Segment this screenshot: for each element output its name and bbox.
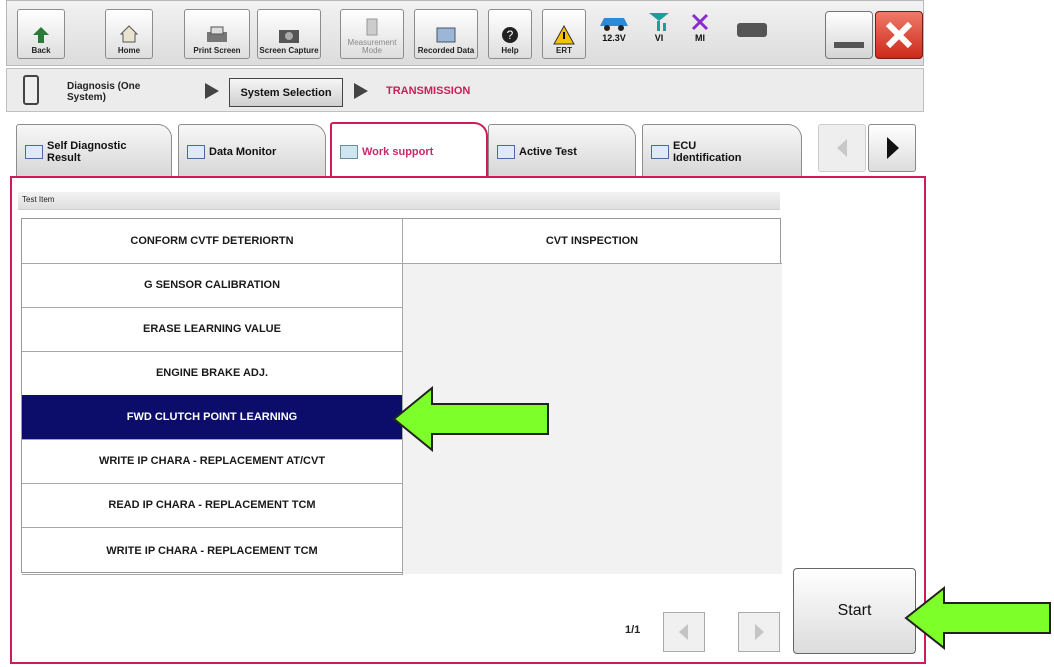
test-item-g-sensor-calibration[interactable]: G SENSOR CALIBRATION — [22, 263, 403, 308]
test-item-engine-brake-adj[interactable]: ENGINE BRAKE ADJ. — [22, 351, 403, 396]
tab-ecu-identification[interactable]: ECU Identification — [642, 124, 802, 179]
print-screen-button[interactable]: Print Screen — [184, 9, 250, 59]
tab-label: Work support — [362, 146, 434, 158]
measurement-mode-label: Measurement Mode — [347, 38, 397, 55]
ert-button[interactable]: ERT — [542, 9, 586, 59]
page-prev-button[interactable] — [663, 612, 705, 652]
battery-voltage-status: 12.3V — [597, 11, 631, 43]
arrow-right-icon — [755, 624, 764, 640]
tab-active-test[interactable]: Active Test — [488, 124, 636, 179]
measurement-mode-button[interactable]: Measurement Mode — [340, 9, 404, 59]
mi-status: MI — [689, 11, 711, 43]
disconnected-icon — [691, 13, 709, 31]
breadcrumb-arrow-icon — [205, 83, 219, 99]
tab-scroll-left-button[interactable] — [818, 124, 866, 172]
minimize-icon — [834, 42, 864, 48]
start-button[interactable]: Start — [793, 568, 916, 654]
home-button[interactable]: Home — [105, 9, 153, 59]
callout-arrow-icon — [392, 386, 549, 452]
work-support-icon — [340, 145, 358, 159]
tab-scroll-right-button[interactable] — [868, 124, 916, 172]
test-item-read-ip-chara-replacement-tcm[interactable]: READ IP CHARA - REPLACEMENT TCM — [22, 483, 403, 528]
tab-data-monitor[interactable]: Data Monitor — [178, 124, 326, 179]
minimize-button[interactable] — [825, 11, 873, 59]
car-icon — [600, 18, 628, 31]
test-item-conform-cvtf-deteriortn[interactable]: CONFORM CVTF DETERIORTN — [22, 219, 403, 264]
arrow-right-icon — [887, 137, 899, 159]
printer-icon — [207, 26, 227, 42]
screen-capture-label: Screen Capture — [259, 46, 319, 55]
tab-label: Self Diagnostic Result — [47, 140, 127, 164]
recorded-data-label: Recorded Data — [417, 46, 475, 55]
test-item-write-ip-chara-replacement-at-cvt[interactable]: WRITE IP CHARA - REPLACEMENT AT/CVT — [22, 439, 403, 484]
close-icon — [885, 21, 913, 49]
breadcrumb: Diagnosis (One System) System Selection … — [6, 68, 924, 112]
camera-icon — [279, 30, 299, 43]
signal-icon — [649, 13, 669, 31]
test-item-write-ip-chara-replacement-tcm[interactable]: WRITE IP CHARA - REPLACEMENT TCM — [22, 527, 403, 575]
data-monitor-icon — [187, 145, 205, 159]
tab-self-diagnostic-result[interactable]: Self Diagnostic Result — [16, 124, 172, 179]
svg-text:?: ? — [507, 28, 514, 42]
arrow-left-icon — [679, 624, 688, 640]
callout-arrow-icon — [904, 586, 1051, 650]
tab-label: ECU Identification — [673, 140, 742, 164]
vi-status: VI — [647, 11, 671, 43]
print-screen-label: Print Screen — [193, 46, 241, 55]
system-selection-button[interactable]: System Selection — [229, 78, 343, 107]
back-label: Back — [31, 46, 51, 55]
help-button[interactable]: ? Help — [488, 9, 532, 59]
tab-work-support[interactable]: Work support — [330, 122, 488, 180]
breadcrumb-diagnosis-one-system[interactable]: Diagnosis (One System) — [67, 81, 167, 103]
meter-icon — [366, 18, 378, 36]
test-item-fwd-clutch-point-learning[interactable]: FWD CLUTCH POINT LEARNING — [22, 395, 403, 440]
device-icon — [23, 75, 39, 105]
close-button[interactable] — [875, 11, 923, 59]
page-next-button[interactable] — [738, 612, 780, 652]
ert-label: ERT — [556, 46, 572, 55]
home-icon — [119, 25, 139, 43]
test-item-erase-learning-value[interactable]: ERASE LEARNING VALUE — [22, 307, 403, 352]
tab-label: Data Monitor — [209, 146, 277, 158]
screen-capture-button[interactable]: Screen Capture — [257, 9, 321, 59]
back-arrow-icon — [33, 27, 49, 43]
ecu-icon — [651, 145, 669, 159]
breadcrumb-current: TRANSMISSION — [386, 85, 471, 97]
tab-label: Active Test — [519, 146, 577, 158]
toolbar: Back Home Print Screen Screen Capture Me… — [6, 0, 924, 66]
home-label: Home — [117, 46, 141, 55]
mi-label: MI — [695, 33, 705, 43]
test-item-cvt-inspection[interactable]: CVT INSPECTION — [402, 219, 782, 264]
arrow-left-icon — [837, 139, 847, 157]
help-label: Help — [501, 46, 519, 55]
test-item-header: Test Item — [18, 192, 780, 210]
self-diagnostic-icon — [25, 145, 43, 159]
recorded-data-icon — [436, 27, 456, 43]
warning-icon — [553, 25, 575, 45]
page-indicator: 1/1 — [625, 624, 641, 636]
vi-label: VI — [654, 33, 664, 43]
active-test-icon — [497, 145, 515, 159]
recorded-data-button[interactable]: Recorded Data — [414, 9, 478, 59]
back-button[interactable]: Back — [17, 9, 65, 59]
battery-icon — [737, 23, 767, 37]
help-icon: ? — [502, 27, 518, 43]
breadcrumb-arrow-icon — [354, 83, 368, 99]
voltage-label: 12.3V — [602, 33, 626, 43]
